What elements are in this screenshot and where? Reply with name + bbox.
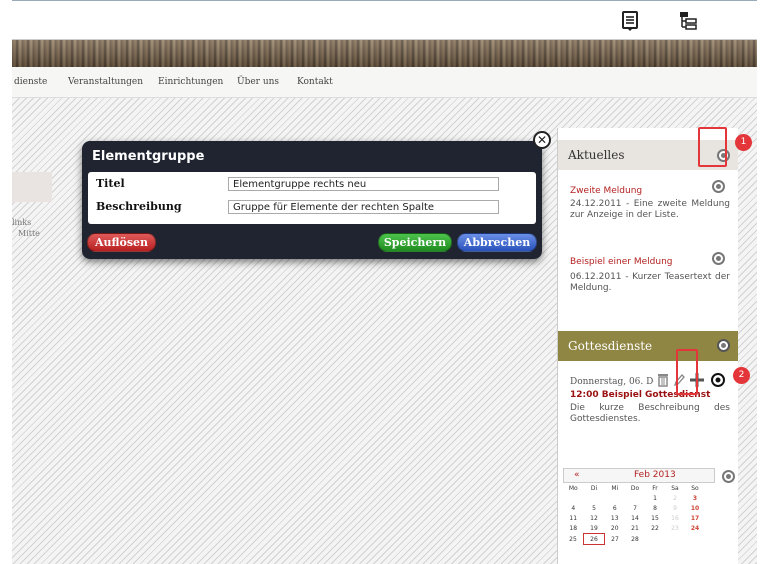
description-input[interactable]: Gruppe für Elemente der rechten Spalte: [228, 200, 499, 214]
calendar-weekday: Mo: [568, 484, 578, 492]
dissolve-button[interactable]: Auflösen: [87, 233, 156, 252]
header-banner-image: [12, 40, 757, 67]
nav-item-dienste[interactable]: dienste: [14, 77, 47, 87]
calendar-empty-cell: [584, 493, 605, 503]
right-sidebar: Aktuelles Zweite Meldung 24.12.2011 - Ei…: [557, 128, 738, 564]
calendar-day[interactable]: 26: [583, 533, 605, 545]
calendar-day[interactable]: 24: [685, 523, 705, 534]
calendar-day[interactable]: 4: [563, 503, 584, 513]
left-fragment-mitte: Mitte: [18, 229, 40, 238]
calendar-day[interactable]: 19: [584, 523, 605, 534]
calendar-month-label: Feb 2013: [634, 470, 676, 480]
calendar-day[interactable]: 21: [625, 523, 645, 534]
dialog-form: Titel Elementgruppe rechts neu Beschreib…: [88, 172, 536, 224]
calendar-day[interactable]: 3: [685, 493, 705, 503]
top-toolbar: [12, 0, 757, 40]
calendar-day[interactable]: 27: [605, 534, 626, 545]
calendar-day[interactable]: 23: [665, 523, 685, 534]
save-button[interactable]: Speichern: [378, 233, 452, 252]
title-input[interactable]: Elementgruppe rechts neu: [228, 177, 499, 191]
aktuelles-title: Aktuelles: [568, 148, 625, 162]
calendar-empty-cell: [685, 534, 705, 545]
sitemap-icon[interactable]: [679, 11, 697, 31]
nav-item-kontakt[interactable]: Kontakt: [297, 77, 333, 87]
calendar-empty-cell: [645, 534, 665, 545]
browser-viewport: dienste Veranstaltungen Einrichtungen Üb…: [12, 0, 757, 564]
news-item-1-settings-icon[interactable]: [712, 180, 725, 193]
calendar-day[interactable]: 25: [563, 534, 584, 545]
calendar-empty-cell: [605, 493, 626, 503]
main-navigation: dienste Veranstaltungen Einrichtungen Üb…: [12, 67, 757, 98]
calendar-weekday: Mi: [611, 484, 619, 492]
news-item-1-title[interactable]: Zweite Meldung: [570, 186, 642, 196]
calendar-grid: Mo Di Mi Do Fr Sa So 1 2 3 4 5 6 7 8 9 10 11 12 13 14 15 16 17 1…: [563, 483, 706, 545]
calendar-day[interactable]: 2: [665, 493, 685, 503]
calendar-day[interactable]: 14: [625, 513, 645, 523]
calendar-day[interactable]: 7: [625, 503, 645, 513]
calendar-day[interactable]: 9: [665, 503, 685, 513]
calendar-prev-button[interactable]: «: [574, 470, 580, 480]
left-content-block: [12, 172, 52, 202]
trash-icon[interactable]: [657, 373, 669, 387]
news-item-2-settings-icon[interactable]: [712, 252, 725, 265]
calendar-header: « Feb 2013: [563, 468, 715, 483]
nav-item-ueber-uns[interactable]: Über uns: [237, 77, 279, 87]
event-description: Die kurze Beschreibung des Gottesdienste…: [570, 403, 730, 424]
calendar-day[interactable]: 5: [584, 503, 605, 513]
calendar-weekday: Di: [590, 484, 598, 492]
event-date: Donnerstag, 06. Dez: [570, 377, 664, 387]
news-item-2-title[interactable]: Beispiel einer Meldung: [570, 257, 673, 267]
calendar-day[interactable]: 15: [645, 513, 665, 523]
calendar-day[interactable]: 20: [605, 523, 626, 534]
calendar-day[interactable]: 6: [605, 503, 626, 513]
annotation-badge-1: 1: [735, 134, 752, 151]
annotation-highlight-2: [676, 349, 698, 395]
news-item-2-text: 06.12.2011 - Kurzer Teasertext der Meldu…: [570, 272, 730, 293]
calendar-weekday: Do: [630, 484, 640, 492]
news-item-1-text: 24.12.2011 - Eine zweite Meldung zur Anz…: [570, 199, 730, 220]
gottesdienste-header: Gottesdienste: [558, 331, 738, 361]
calendar-day[interactable]: 11: [563, 513, 584, 523]
settings-icon[interactable]: [711, 373, 725, 387]
annotation-highlight-1: [698, 127, 727, 167]
left-fragment-links: links: [12, 218, 32, 227]
nav-item-einrichtungen[interactable]: Einrichtungen: [158, 77, 223, 87]
element-group-dialog: Elementgruppe Titel Elementgruppe rechts…: [82, 141, 542, 259]
calendar-empty-cell: [563, 493, 584, 503]
calendar-weekday: Sa: [671, 484, 679, 492]
calendar-day[interactable]: 12: [584, 513, 605, 523]
gottesdienste-settings-icon[interactable]: [717, 339, 730, 352]
calendar-day[interactable]: 13: [605, 513, 626, 523]
calendar-empty-cell: [625, 493, 645, 503]
calendar-day[interactable]: 22: [645, 523, 665, 534]
description-label: Beschreibung: [96, 200, 182, 213]
gottesdienste-title: Gottesdienste: [568, 339, 653, 353]
calendar-day[interactable]: 17: [685, 513, 705, 523]
cancel-button[interactable]: Abbrechen: [457, 233, 537, 252]
calendar-weekday: Fr: [652, 484, 658, 492]
calendar-day[interactable]: 18: [563, 523, 584, 534]
calendar-settings-icon[interactable]: [722, 470, 735, 483]
document-list-icon[interactable]: [621, 11, 639, 31]
calendar-day[interactable]: 16: [665, 513, 685, 523]
calendar-day[interactable]: 1: [645, 493, 665, 503]
calendar-weekday: So: [691, 484, 699, 492]
title-label: Titel: [96, 177, 125, 190]
calendar-empty-cell: [665, 534, 685, 545]
dialog-close-icon[interactable]: ✕: [533, 131, 551, 149]
nav-item-veranstaltungen[interactable]: Veranstaltungen: [68, 77, 143, 87]
annotation-badge-2: 2: [733, 367, 750, 384]
calendar-day[interactable]: 28: [625, 534, 645, 545]
dialog-title: Elementgruppe: [92, 149, 205, 164]
calendar-day[interactable]: 10: [685, 503, 705, 513]
calendar-day[interactable]: 8: [645, 503, 665, 513]
